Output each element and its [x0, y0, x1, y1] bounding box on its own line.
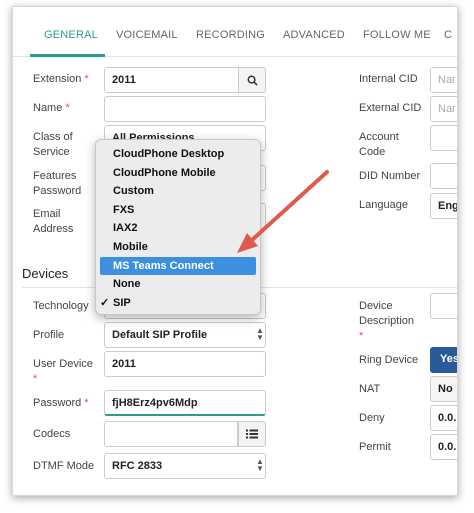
class-of-service-label: Class of Service	[33, 131, 73, 158]
external-cid-label: External CID	[359, 102, 422, 114]
nat-no-button[interactable]: No	[430, 376, 457, 402]
internal-cid-label: Internal CID	[359, 73, 418, 85]
device-description-label: Device Description *	[359, 300, 415, 342]
nat-label: NAT	[359, 383, 381, 395]
dtmf-mode-select[interactable]: RFC 2833	[104, 453, 266, 479]
devices-section-title: Devices	[22, 266, 69, 281]
password-input[interactable]: fjH8Erz4pv6Mdp	[104, 390, 266, 416]
features-password-label: Features Password	[33, 170, 82, 197]
dropdown-option-cloudphone-mobile[interactable]: CloudPhone Mobile	[96, 164, 260, 183]
external-cid-input[interactable]: Nar	[430, 96, 457, 122]
dropdown-option-ms-teams-connect[interactable]: MS Teams Connect	[100, 256, 256, 276]
checkmark-icon: ✓	[100, 296, 110, 309]
codecs-label: Codecs	[33, 428, 71, 440]
password-label: Password *	[33, 397, 89, 409]
technology-dropdown-menu: CloudPhone Desktop CloudPhone Mobile Cus…	[95, 139, 261, 315]
technology-label: Technology	[33, 300, 89, 312]
tab-advanced[interactable]: ADVANCED	[283, 29, 345, 41]
device-description-input[interactable]	[430, 293, 457, 319]
search-icon	[247, 75, 258, 86]
email-address-label: Email Address	[33, 208, 74, 235]
internal-cid-input[interactable]: Nar	[430, 67, 457, 93]
user-device-label: User Device *	[33, 358, 93, 385]
ring-device-label: Ring Device	[359, 354, 419, 366]
permit-input[interactable]: 0.0.	[430, 434, 457, 460]
codecs-input[interactable]	[104, 421, 238, 447]
active-tab-indicator	[30, 54, 105, 57]
dropdown-option-custom[interactable]: Custom	[96, 182, 260, 201]
dropdown-option-none[interactable]: None	[96, 275, 260, 294]
user-device-input[interactable]: 2011	[104, 351, 266, 377]
codecs-list-button[interactable]	[238, 421, 266, 447]
dropdown-option-cloudphone-desktop[interactable]: CloudPhone Desktop	[96, 145, 260, 164]
dtmf-mode-label: DTMF Mode	[33, 460, 95, 472]
extension-settings-panel: GENERAL VOICEMAIL RECORDING ADVANCED FOL…	[12, 6, 458, 496]
dropdown-option-mobile[interactable]: Mobile	[96, 238, 260, 257]
tab-recording[interactable]: RECORDING	[196, 29, 265, 41]
name-input[interactable]	[104, 96, 266, 122]
dropdown-option-sip[interactable]: ✓ SIP	[96, 294, 260, 313]
tab-voicemail[interactable]: VOICEMAIL	[116, 29, 178, 41]
list-icon	[246, 429, 258, 439]
tab-follow-me[interactable]: FOLLOW ME	[363, 29, 431, 41]
profile-select-arrows-icon: ▲ ▼	[256, 326, 264, 342]
deny-input[interactable]: 0.0.	[430, 405, 457, 431]
name-label: Name *	[33, 102, 70, 114]
tab-general[interactable]: GENERAL	[44, 29, 98, 41]
tab-more[interactable]: C	[444, 29, 452, 41]
extension-input[interactable]: 2011	[104, 67, 239, 93]
profile-label: Profile	[33, 329, 65, 341]
dropdown-option-fxs[interactable]: FXS	[96, 201, 260, 220]
dropdown-option-iax2[interactable]: IAX2	[96, 219, 260, 238]
account-code-label: Account Code	[359, 131, 399, 158]
account-code-input[interactable]	[430, 125, 457, 151]
dtmf-select-arrows-icon: ▲ ▼	[256, 457, 264, 473]
extension-label: Extension *	[33, 73, 89, 85]
language-label: Language	[359, 199, 408, 211]
profile-select[interactable]: Default SIP Profile	[104, 322, 266, 348]
tab-bar: GENERAL VOICEMAIL RECORDING ADVANCED FOL…	[13, 7, 457, 57]
extension-search-button[interactable]	[238, 67, 266, 93]
permit-label: Permit	[359, 441, 391, 453]
did-number-input[interactable]	[430, 163, 457, 189]
did-number-label: DID Number	[359, 170, 421, 182]
ring-device-yes-button[interactable]: Yes	[430, 347, 457, 373]
language-select[interactable]: Eng	[430, 193, 457, 219]
deny-label: Deny	[359, 412, 385, 424]
